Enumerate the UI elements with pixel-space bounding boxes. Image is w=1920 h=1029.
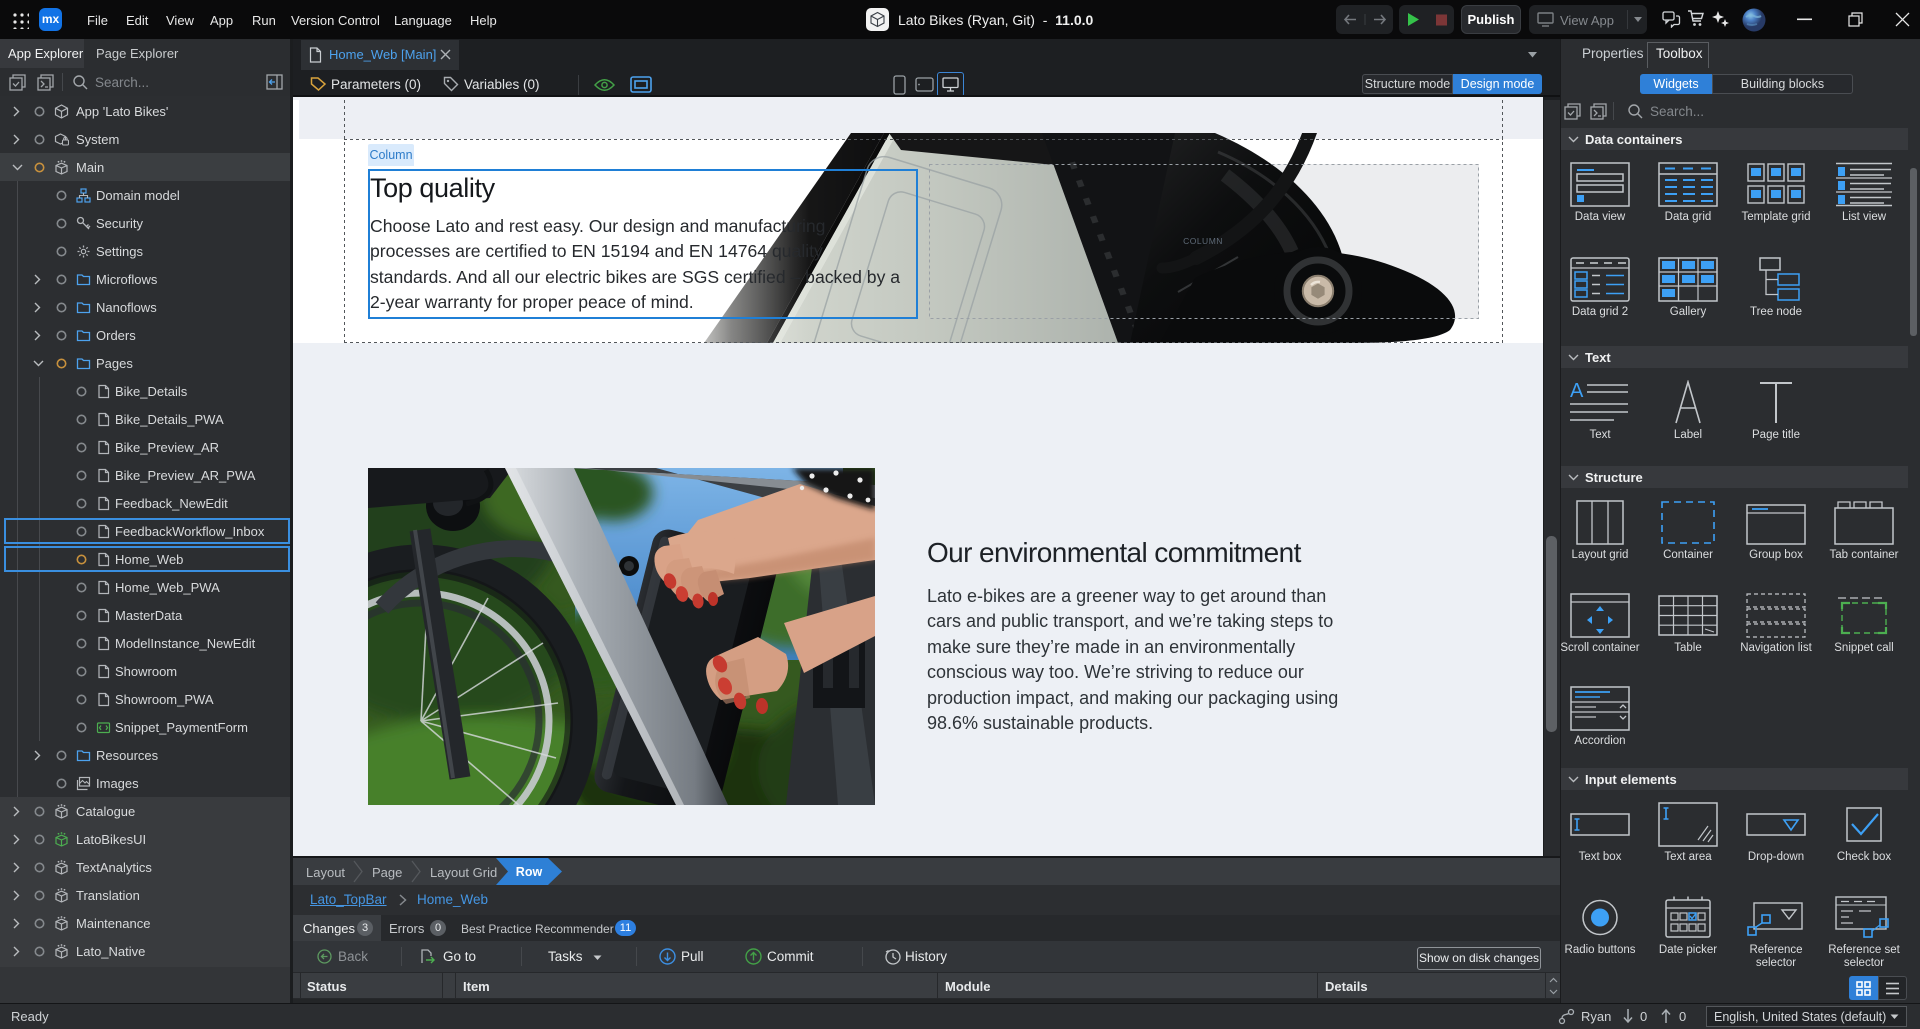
svg-text:A: A bbox=[1570, 380, 1584, 402]
svg-text:COLUMN: COLUMN bbox=[1183, 236, 1223, 246]
svg-text:Row: Row bbox=[516, 865, 543, 879]
